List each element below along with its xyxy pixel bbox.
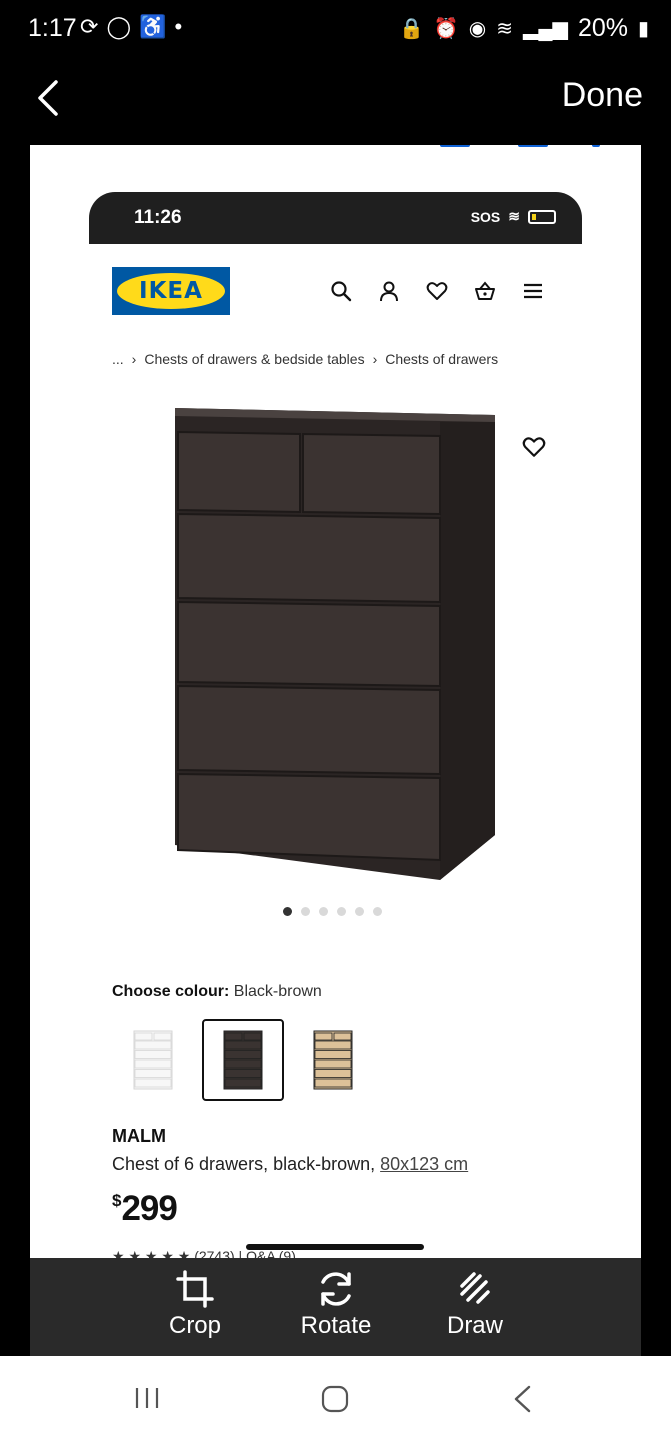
chevron-right-icon: › <box>372 351 378 367</box>
colour-swatches <box>112 1019 374 1101</box>
choose-colour: Choose colour: Black-brown <box>112 983 322 1001</box>
notification-icons: ⟳ ◯ ♿ • <box>80 16 182 38</box>
choose-colour-label: Choose colour: <box>112 983 230 1000</box>
account-icon <box>378 280 400 302</box>
rotate-label: Rotate <box>300 1312 372 1339</box>
ikea-logo: IKEA <box>112 267 230 315</box>
hotspot-icon: ◉ <box>468 18 487 40</box>
carousel-dot <box>301 907 310 916</box>
crop-icon <box>176 1270 214 1308</box>
crop-label: Crop <box>168 1312 222 1339</box>
product-image <box>175 408 495 880</box>
product-description: Chest of 6 drawers, black-brown, 80x123 … <box>112 1154 468 1175</box>
carousel-dot <box>337 907 346 916</box>
dot-icon: • <box>174 14 183 39</box>
system-nav-bar <box>0 1356 671 1440</box>
breadcrumb: ... › Chests of drawers & bedside tables… <box>112 351 498 367</box>
heart-icon <box>426 280 448 302</box>
swatch-white <box>112 1019 194 1101</box>
draw-icon <box>460 1272 490 1304</box>
carousel-dot <box>373 907 382 916</box>
carousel-dot <box>319 907 328 916</box>
brand-text: IKEA <box>139 278 203 304</box>
draw-button[interactable]: Draw <box>415 1268 535 1340</box>
back-button[interactable] <box>30 76 70 120</box>
sos-label: SOS <box>470 208 501 225</box>
price-currency: $ <box>112 1191 122 1210</box>
swatch-image <box>133 1030 173 1090</box>
battery-icon: ▮ <box>637 18 649 40</box>
product-name: MALM <box>112 1126 166 1146</box>
wifi-icon: ≋ <box>508 208 520 224</box>
battery-icon <box>528 209 556 224</box>
signal-icon: ▂▄▆ <box>523 18 568 40</box>
product-price: $299 <box>112 1189 178 1229</box>
crop-button[interactable]: Crop <box>135 1268 255 1340</box>
inner-time: 11:26 <box>134 207 182 228</box>
wifi-icon: ≋ <box>496 18 513 40</box>
accessibility-icon: ♿ <box>139 14 167 39</box>
battery-percent: 20% <box>577 14 628 42</box>
rotate-icon <box>321 1272 351 1306</box>
lock-icon: 🔒 <box>398 18 424 40</box>
carousel-dot <box>355 907 364 916</box>
back-arrow-icon <box>38 80 58 116</box>
rotate-button[interactable]: Rotate <box>276 1268 396 1340</box>
done-button[interactable]: Done <box>562 76 643 115</box>
carousel-dot <box>283 907 292 916</box>
recents-icon[interactable] <box>134 1386 160 1410</box>
home-icon[interactable] <box>320 1384 350 1414</box>
crop-handles[interactable] <box>440 145 620 151</box>
carousel-dots <box>283 907 382 916</box>
whatsapp-icon: ◯ <box>106 14 132 39</box>
draw-label: Draw <box>446 1312 503 1339</box>
basket-icon <box>474 280 496 302</box>
site-nav-icons <box>330 280 544 302</box>
alarm-icon: ⏰ <box>433 18 459 40</box>
choose-colour-value: Black-brown <box>233 983 322 1000</box>
swatch-black-brown <box>202 1019 284 1101</box>
system-icons: 🔒 ⏰ ◉ ≋ ▂▄▆ 20% ▮ <box>399 14 649 43</box>
breadcrumb-item: Chests of drawers <box>385 351 499 367</box>
editor-header: Done <box>0 60 671 145</box>
swatch-oak <box>292 1019 374 1101</box>
swatch-image <box>313 1030 353 1090</box>
status-bar: 1:17 ⟳ ◯ ♿ • 🔒 ⏰ ◉ ≋ ▂▄▆ 20% ▮ <box>0 0 671 60</box>
breadcrumb-item: Chests of drawers & bedside tables <box>144 351 365 367</box>
screenshot-canvas[interactable]: 11:26 SOS ≋ IKEA ... › Chests of drawers… <box>30 145 641 1260</box>
price-value: 299 <box>121 1189 177 1228</box>
chevron-right-icon: › <box>131 351 137 367</box>
menu-icon <box>522 280 544 302</box>
product-description-text: Chest of 6 drawers, black-brown, <box>112 1154 381 1174</box>
sync-icon: ⟳ <box>80 14 99 39</box>
inner-home-indicator <box>246 1244 424 1250</box>
wishlist-heart-icon <box>522 435 546 459</box>
editor-toolbar: Crop Rotate Draw <box>30 1258 641 1356</box>
product-size-link: 80x123 cm <box>380 1154 469 1174</box>
status-time: 1:17 <box>28 14 77 42</box>
search-icon <box>330 280 352 302</box>
inner-phone-status: 11:26 SOS ≋ <box>89 192 582 244</box>
swatch-image <box>223 1030 263 1090</box>
breadcrumb-ellipsis: ... <box>112 351 124 367</box>
back-icon[interactable] <box>512 1384 532 1414</box>
